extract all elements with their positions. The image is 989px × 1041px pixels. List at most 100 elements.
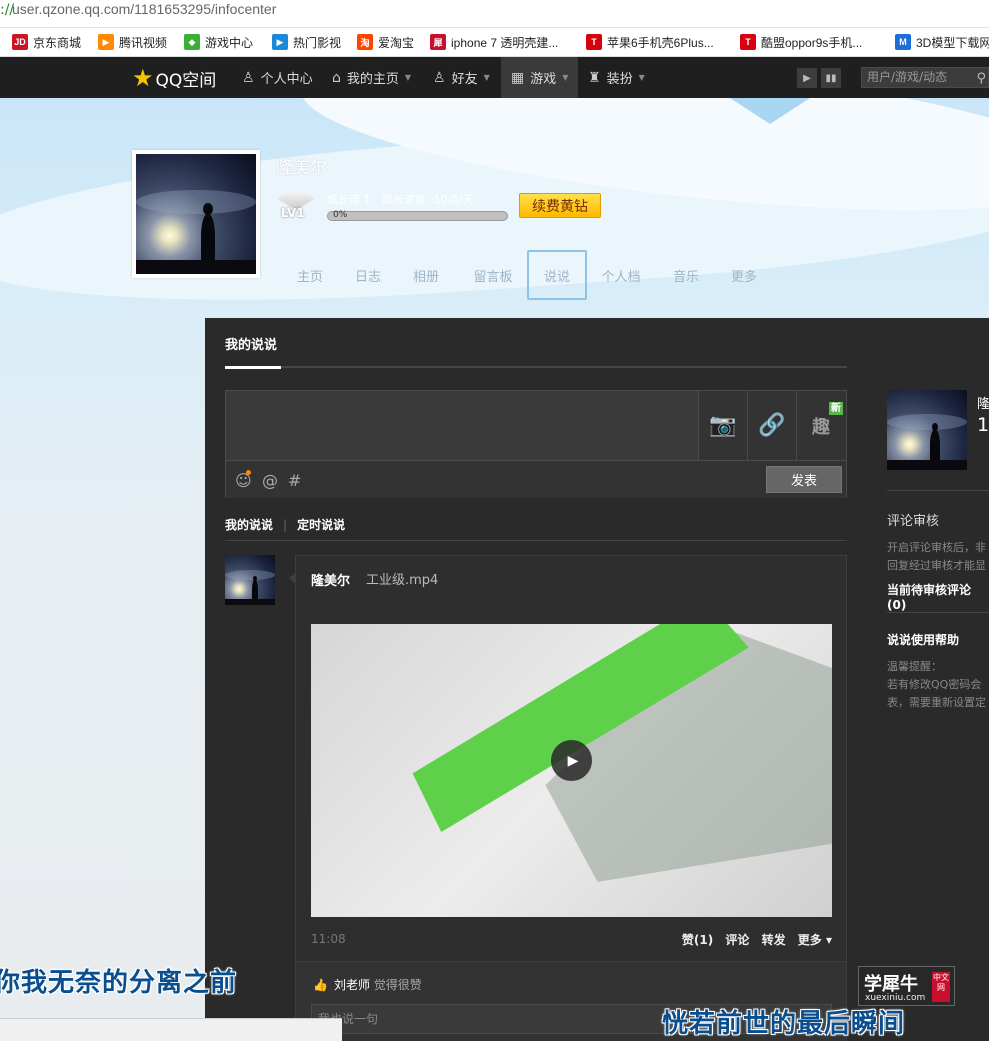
tab-blog[interactable]: 日志 (343, 250, 393, 300)
growth-speed: 成长速度 -10点/天 (382, 193, 474, 206)
play-icon[interactable]: ▶ (551, 740, 592, 781)
post-author-name[interactable]: 隆美尔 (311, 570, 350, 589)
tab-home[interactable]: 主页 (285, 250, 335, 300)
camera-icon[interactable]: 📷 (698, 391, 747, 460)
review-desc-1: 开启评论审核后，非 (887, 541, 986, 554)
tab-guestbook[interactable]: 留言板 (465, 250, 521, 300)
horizontal-scrollbar[interactable] (0, 1018, 342, 1041)
mention-icon[interactable]: @ (262, 471, 278, 490)
help-desc-1: 若有修改QQ密码会 (887, 678, 982, 691)
diamond-level-icon[interactable]: LV1 (275, 192, 317, 222)
bookmark-label: 酷盟oppor9s手机... (761, 35, 863, 50)
bookmark-favicon-icon: ▶ (272, 34, 288, 50)
play-icon[interactable]: ▶ (797, 68, 817, 88)
bookmark-label: 京东商城 (33, 35, 82, 50)
post-textarea[interactable] (226, 391, 698, 460)
bookmark-favicon-icon: JD (12, 34, 28, 50)
shuoshuo-subtabs: 我的说说 | 定时说说 (225, 516, 345, 533)
comment-button[interactable]: 评论 (725, 933, 749, 947)
bookmark-favicon-icon: T (586, 34, 602, 50)
nav-friends[interactable]: ♙ 好友 ▼ (433, 57, 490, 98)
likes-line: 👍 刘老师 觉得很赞 (313, 976, 422, 993)
chevron-down-icon: ▼ (483, 73, 490, 82)
avatar-image (225, 555, 275, 605)
search-input[interactable]: 用户/游戏/动态 ⚲ (861, 67, 989, 88)
nav-label: 装扮 (606, 72, 633, 87)
tab-shuoshuo[interactable]: 说说 (527, 250, 587, 300)
growth-value: 成长值 1 (327, 193, 371, 206)
liker-suffix: 觉得很赞 (373, 978, 422, 992)
tab-more[interactable]: 更多 (719, 250, 769, 300)
nav-personal-center[interactable]: ♙ 个人中心 (242, 57, 313, 98)
profile-avatar[interactable] (132, 150, 260, 278)
bookmark-favicon-icon: ◆ (184, 34, 200, 50)
qzone-logo[interactable]: ★ QQ空间 (132, 65, 216, 91)
video-subtitle-left: 你我无奈的分离之前 (0, 968, 238, 998)
fun-icon[interactable]: 趣 新 (796, 391, 845, 460)
hashtag-icon[interactable]: # (288, 471, 301, 490)
link-icon[interactable]: 🔗 (747, 391, 796, 460)
bookmark-item[interactable]: ▶ 腾讯视频 (98, 33, 167, 51)
nav-games[interactable]: ▦ 游戏 ▼ (501, 57, 578, 98)
post-attachment-name[interactable]: 工业级.mp4 (366, 569, 438, 588)
help-desc-2: 表，需要重新设置定 (887, 696, 986, 709)
chevron-down-icon: ▼ (562, 73, 569, 82)
avatar-image (136, 154, 256, 274)
review-desc-2: 回复经过审核才能显 (887, 559, 986, 572)
separator: | (283, 518, 288, 532)
bookmark-item[interactable]: JD 京东商城 (12, 33, 81, 51)
nav-my-homepage[interactable]: ⌂ 我的主页 ▼ (332, 57, 411, 98)
renew-yellow-diamond-button[interactable]: 续费黄钻 (519, 193, 601, 218)
chevron-down-icon: ▼ (638, 73, 645, 82)
like-button[interactable]: 赞(1) (682, 933, 713, 947)
fun-label: 趣 (812, 416, 830, 438)
feed-item: 隆美尔 工业级.mp4 ▶ 11:08 赞(1) 评论 转发 更多 ▾ 👍 刘老师… (289, 555, 847, 1041)
post-time: 11:08 (311, 932, 346, 946)
panel-title[interactable]: 我的说说 (225, 334, 277, 353)
tab-album[interactable]: 相册 (401, 250, 451, 300)
friends-icon: ♙ (433, 69, 446, 86)
nav-decorate[interactable]: ♜ 装扮 ▼ (588, 57, 645, 98)
video-player[interactable]: ▶ (311, 624, 832, 917)
subtab-my-shuoshuo[interactable]: 我的说说 (225, 518, 273, 532)
sidebar-name[interactable]: 隆 (977, 393, 989, 412)
address-bar[interactable]: :// user.qzone.qq.com/1181653295/infocen… (0, 0, 989, 28)
search-icon[interactable]: ⚲ (976, 69, 986, 88)
url-text[interactable]: user.qzone.qq.com/1181653295/infocenter (12, 1, 276, 17)
post-author-avatar[interactable] (225, 555, 275, 605)
bookmark-item[interactable]: M 3D模型下载网 (895, 33, 989, 51)
more-button[interactable]: 更多 ▾ (798, 933, 832, 947)
qzone-star-icon: ★ (132, 64, 154, 92)
subtab-scheduled[interactable]: 定时说说 (297, 518, 345, 532)
sidebar-avatar[interactable] (887, 390, 967, 470)
tab-profile[interactable]: 个人档 (593, 250, 649, 300)
tab-music[interactable]: 音乐 (661, 250, 711, 300)
site-watermark: 学犀牛 xuexiniu.com 中文网 (858, 966, 955, 1006)
bookmark-item[interactable]: T 苹果6手机壳6Plus... (586, 33, 714, 51)
bookmark-item[interactable]: 犀 iphone 7 透明壳建... (430, 33, 558, 51)
bookmark-label: 爱淘宝 (378, 35, 415, 50)
person-icon: ♙ (242, 69, 255, 86)
composer-toolbar: ☺ @ # 发表 (226, 460, 846, 498)
bookmark-item[interactable]: ◆ 游戏中心 (184, 33, 253, 51)
bookmark-item[interactable]: T 酷盟oppor9s手机... (740, 33, 862, 51)
pending-review-link[interactable]: 当前待审核评论 (0) (887, 581, 989, 612)
bookmark-favicon-icon: T (740, 34, 756, 50)
bookmark-favicon-icon: ▶ (98, 34, 114, 50)
bookmark-item[interactable]: ▶ 热门影视 (272, 33, 341, 51)
home-icon: ⌂ (332, 69, 341, 86)
liker-name[interactable]: 刘老师 (334, 978, 370, 992)
bookmark-item[interactable]: 淘爱淘宝 (357, 33, 414, 51)
forward-button[interactable]: 转发 (762, 933, 786, 947)
post-button[interactable]: 发表 (766, 466, 842, 493)
new-badge: 新 (829, 402, 843, 415)
bookmark-label: 苹果6手机壳6Plus... (607, 35, 714, 50)
bookmark-favicon-icon: M (895, 34, 911, 50)
shirt-icon: ♜ (588, 69, 601, 86)
profile-username[interactable]: 隆美尔 (276, 153, 327, 178)
divider (225, 366, 847, 368)
help-hint: 温馨提醒： (887, 660, 942, 673)
level-label: LV1 (281, 206, 305, 220)
progress-percent: 0% (333, 210, 348, 220)
bars-icon[interactable]: ▮▮ (821, 68, 841, 88)
